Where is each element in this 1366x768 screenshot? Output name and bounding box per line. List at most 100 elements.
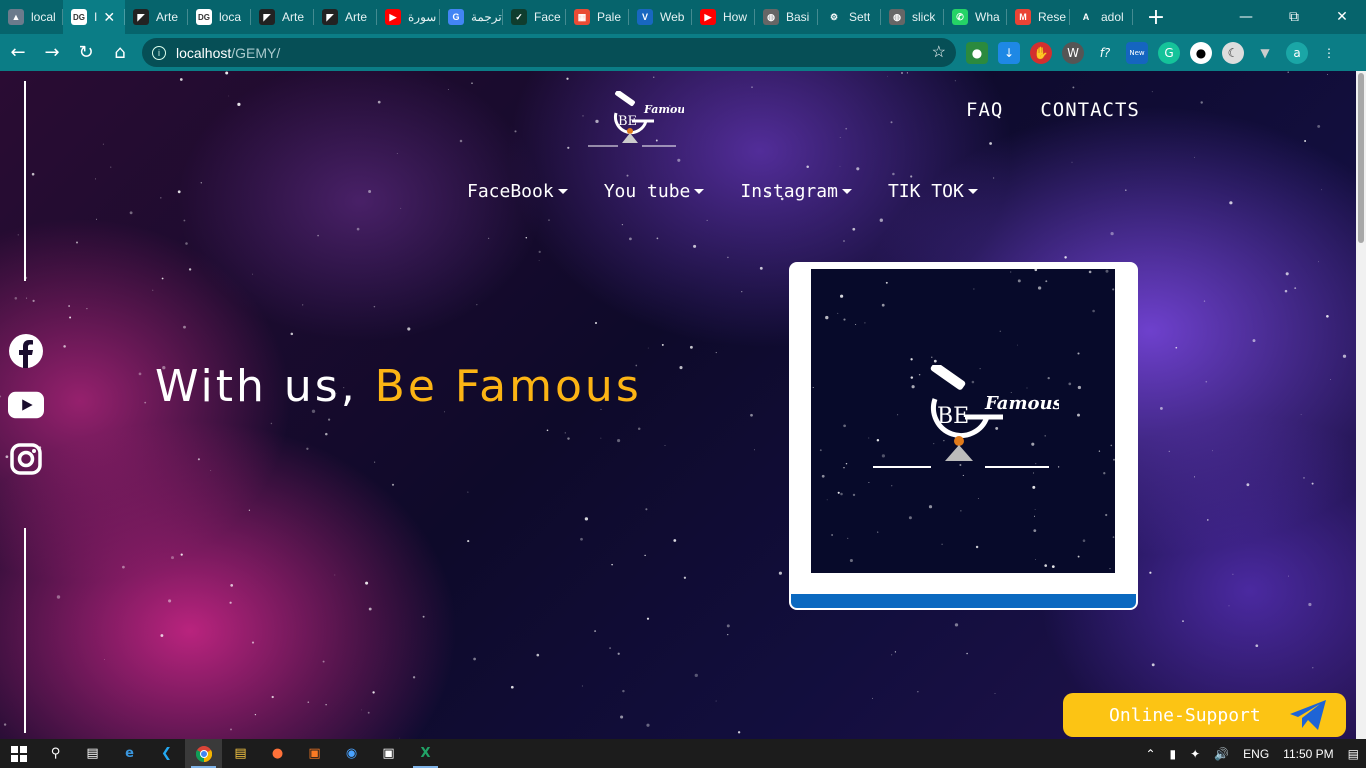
menu-youtube[interactable]: You tube — [604, 181, 705, 202]
youtube-icon[interactable] — [8, 387, 44, 423]
star — [183, 219, 186, 222]
menu-facebook[interactable]: FaceBook — [467, 181, 568, 202]
close-tab-icon[interactable]: ✕ — [103, 9, 115, 26]
restore-icon[interactable]: ⧉ — [1270, 0, 1318, 34]
tab-title: How — [723, 10, 748, 24]
tab-16[interactable]: M Rese — [1007, 0, 1070, 34]
adblock-extension-icon[interactable]: ✋ — [1030, 41, 1052, 64]
firefox-icon[interactable]: ● — [259, 739, 296, 768]
tab-8[interactable]: ✓ Face — [503, 0, 566, 34]
app-circle-icon[interactable]: ◉ — [333, 739, 370, 768]
nav-faq[interactable]: FAQ — [966, 99, 1003, 121]
moon-extension-icon[interactable]: ☾ — [1222, 41, 1244, 64]
online-support-button[interactable]: Online-Support — [1063, 693, 1346, 737]
menu-tiktok[interactable]: TIK TOK — [888, 181, 978, 202]
star — [847, 537, 849, 540]
star — [580, 537, 583, 541]
windows-start-icon[interactable] — [0, 739, 37, 768]
globe-icon: ◍ — [763, 9, 779, 25]
star — [538, 260, 540, 261]
battery-icon[interactable]: ▮ — [1170, 747, 1177, 761]
star — [422, 615, 425, 618]
app-window-icon[interactable]: ▣ — [370, 739, 407, 768]
close-window-icon[interactable]: ✕ — [1318, 0, 1366, 34]
minimize-icon[interactable]: — — [1222, 0, 1270, 34]
edge-icon[interactable]: e — [111, 739, 148, 768]
star — [759, 266, 763, 270]
tab-15[interactable]: ✆ Wha — [944, 0, 1007, 34]
tray-chevron-icon[interactable]: ⌃ — [1145, 747, 1155, 761]
tab-1[interactable]: DG I ✕ — [63, 0, 125, 34]
volume-icon[interactable]: 🔊 — [1214, 747, 1229, 761]
tab-4[interactable]: ◤ Arte — [251, 0, 314, 34]
star — [377, 100, 381, 104]
new-extension-icon[interactable]: New — [1126, 41, 1148, 64]
star — [237, 102, 241, 107]
star — [989, 142, 992, 145]
tab-10[interactable]: V Web — [629, 0, 692, 34]
tab-0[interactable]: ▲ local — [0, 0, 63, 34]
search-icon[interactable]: ⚲ — [37, 739, 74, 768]
scrollbar-thumb[interactable] — [1358, 73, 1364, 243]
tab-6[interactable]: ▶ سورة — [377, 0, 440, 34]
nav-contacts[interactable]: CONTACTS — [1040, 99, 1140, 121]
vscode-icon[interactable]: ❮ — [148, 739, 185, 768]
menu-instagram[interactable]: Instagram — [740, 181, 852, 202]
gmail-icon: M — [1015, 9, 1031, 25]
vue-devtools-icon[interactable]: ▼ — [1254, 42, 1276, 64]
star — [368, 607, 372, 611]
tab-title: Pale — [597, 10, 622, 24]
clock[interactable]: 11:50 PM — [1283, 747, 1333, 761]
excel-icon[interactable]: X — [407, 739, 444, 768]
profile-avatar[interactable]: a — [1286, 41, 1308, 64]
star — [365, 581, 369, 585]
star — [290, 332, 294, 336]
tab-7[interactable]: G ترجمة — [440, 0, 503, 34]
tab-12[interactable]: ◍ Basi — [755, 0, 818, 34]
task-view-icon[interactable]: ▤ — [74, 739, 111, 768]
tab-5[interactable]: ◤ Arte — [314, 0, 377, 34]
tab-9[interactable]: ▦ Pale — [566, 0, 629, 34]
tab-13[interactable]: ⚙ Sett — [818, 0, 881, 34]
site-info-icon[interactable]: i — [152, 45, 166, 60]
tab-14[interactable]: ◍ slick — [881, 0, 944, 34]
back-icon[interactable]: ← — [2, 37, 34, 69]
xampp-icon[interactable]: ▣ — [296, 739, 333, 768]
star — [806, 165, 809, 169]
tab-2[interactable]: ◤ Arte — [125, 0, 188, 34]
bookmark-star-icon[interactable]: ☆ — [932, 42, 946, 62]
tab-11[interactable]: ▶ How — [692, 0, 755, 34]
notifications-icon[interactable]: ▤ — [1348, 747, 1359, 761]
tab-17[interactable]: Aadol — [1070, 0, 1133, 34]
star — [1109, 568, 1111, 570]
forward-icon[interactable]: → — [36, 37, 68, 69]
home-icon[interactable]: ⌂ — [104, 37, 136, 69]
star — [908, 516, 912, 520]
be-famous-logo[interactable]: BE Famous — [584, 91, 684, 157]
address-bar[interactable]: i localhost/GEMY/ ☆ — [142, 38, 956, 67]
star — [727, 256, 729, 259]
translate-extension-icon[interactable]: ● — [966, 41, 988, 64]
wordpress-extension-icon[interactable]: W — [1062, 41, 1084, 64]
facebook-icon[interactable] — [8, 333, 44, 369]
instagram-icon[interactable] — [8, 441, 44, 477]
language-indicator[interactable]: ENG — [1243, 747, 1269, 761]
hero-prefix: With us, — [155, 361, 375, 412]
tab-3[interactable]: DG loca — [188, 0, 251, 34]
download-extension-icon[interactable]: ↓ — [998, 41, 1020, 64]
menu-kebab-icon[interactable]: ⋮ — [1318, 42, 1340, 64]
wifi-icon[interactable]: ✦ — [1190, 747, 1200, 761]
file-explorer-icon[interactable]: ▤ — [222, 739, 259, 768]
record-extension-icon[interactable]: ● — [1190, 41, 1212, 64]
reload-icon[interactable]: ↻ — [70, 37, 102, 69]
chrome-icon[interactable] — [185, 739, 222, 768]
star — [14, 297, 18, 300]
new-tab-button[interactable]: + — [1139, 0, 1173, 34]
star — [197, 458, 200, 461]
star — [881, 303, 885, 307]
page-scrollbar[interactable] — [1356, 71, 1366, 739]
star — [161, 277, 164, 280]
grammarly-icon[interactable]: G — [1158, 41, 1180, 64]
star — [252, 273, 254, 275]
formula-extension-icon[interactable]: f? — [1094, 42, 1116, 64]
